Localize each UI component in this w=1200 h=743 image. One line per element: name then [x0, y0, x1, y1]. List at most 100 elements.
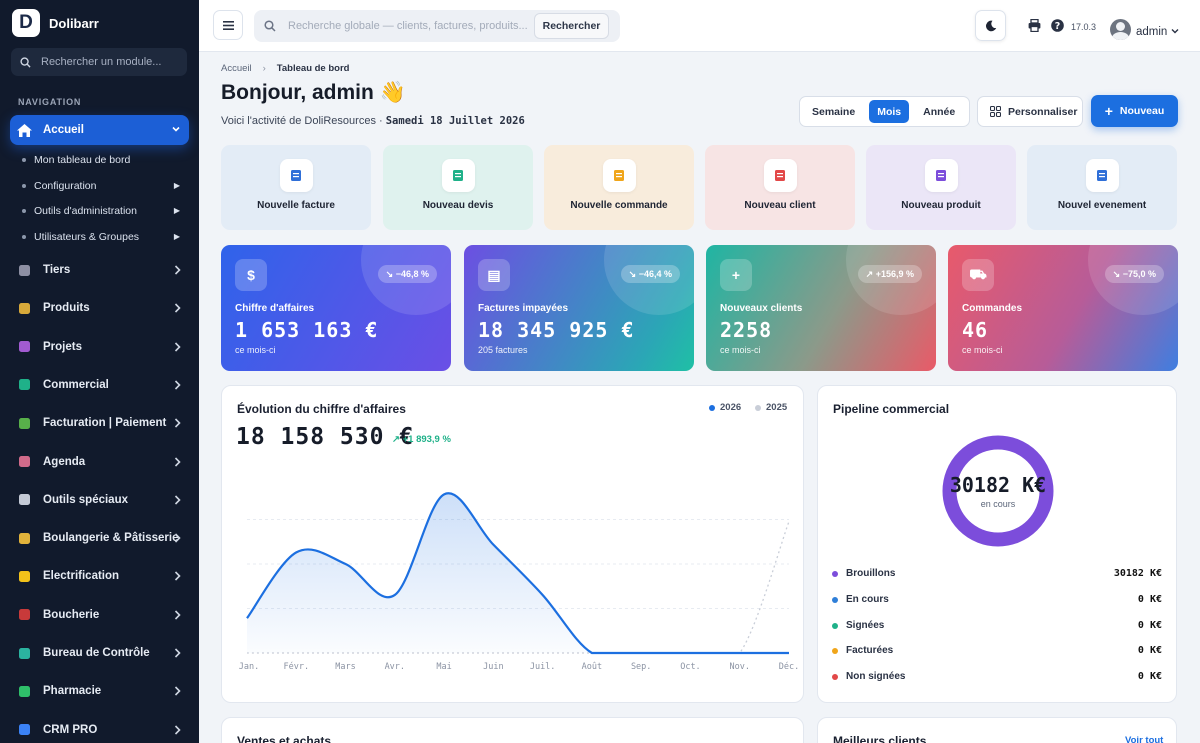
- x-tick-label: Août: [582, 662, 602, 672]
- plus-icon: +: [1104, 103, 1113, 119]
- kpi-subtext: 205 factures: [478, 345, 528, 355]
- subtitle-text: Voici l'activité de DoliResources ·: [221, 115, 386, 127]
- diagram-icon: [16, 339, 32, 355]
- chevron-right-icon: [174, 342, 181, 355]
- building-icon: [16, 262, 32, 278]
- kpi-label: Nouveaux clients: [720, 303, 803, 314]
- sidebar-item-projets[interactable]: Projets: [10, 332, 189, 362]
- quick-action-nouvel-evenement[interactable]: Nouvel evenement: [1027, 145, 1177, 230]
- sidebar-item-label: Electrification: [43, 570, 120, 583]
- kpi-subtext: ce mois-ci: [235, 345, 276, 355]
- quick-action-nouvelle-commande[interactable]: Nouvelle commande: [544, 145, 694, 230]
- sidebar-item-label: Accueil: [43, 124, 84, 136]
- topbar: Recherche globale — clients, factures, p…: [199, 0, 1200, 52]
- sidebar-item-pharmacie[interactable]: Pharmacie: [10, 676, 189, 706]
- kpi-card[interactable]: $ ↘ −46,8 % Chiffre d'affaires 1 653 163 € c…: [221, 245, 451, 371]
- sidebar-subitem[interactable]: Configuration ▶: [22, 180, 182, 192]
- chevron-right-icon: [174, 610, 181, 623]
- breadcrumb-home[interactable]: Accueil: [221, 63, 252, 74]
- trend-badge: ↘ −75,0 %: [1104, 265, 1164, 283]
- kpi-label: Factures impayées: [478, 303, 569, 314]
- sidebar-item-electrification[interactable]: Electrification: [10, 561, 189, 591]
- new-button[interactable]: + Nouveau: [1091, 95, 1178, 127]
- kpi-value: 1 653 163 €: [235, 318, 379, 342]
- cart-icon: ⛟: [962, 259, 994, 291]
- shield-icon: [16, 645, 32, 661]
- sidebar-item-accueil[interactable]: Accueil: [10, 115, 189, 145]
- bread-icon: [16, 530, 32, 546]
- sidebar-subitem[interactable]: Utilisateurs & Groupes ▶: [22, 231, 182, 243]
- user-name[interactable]: admin: [1136, 26, 1167, 38]
- status-dot: [832, 571, 838, 577]
- sidebar-item-crm-pro[interactable]: CRM PRO: [10, 715, 189, 743]
- period-mois[interactable]: Mois: [869, 100, 910, 123]
- sidebar-item-tiers[interactable]: Tiers: [10, 255, 189, 285]
- pipeline-value: 30182 K€: [1113, 568, 1162, 579]
- sidebar-item-outils-spéciaux[interactable]: Outils spéciaux: [10, 485, 189, 515]
- help-icon[interactable]: ?: [1051, 19, 1064, 32]
- quick-action-nouvelle-facture[interactable]: Nouvelle facture: [221, 145, 371, 230]
- sidebar-item-label: Boucherie: [43, 608, 100, 621]
- bullet-icon: [22, 158, 26, 162]
- menu-toggle-button[interactable]: [213, 10, 243, 40]
- pipeline-label: Facturées: [846, 645, 894, 656]
- x-tick-label: Nov.: [729, 662, 749, 672]
- pipeline-label: Signées: [846, 620, 885, 631]
- quick-action-nouveau-devis[interactable]: Nouveau devis: [383, 145, 533, 230]
- quick-action-nouveau-client[interactable]: Nouveau client: [705, 145, 855, 230]
- page-title: Bonjour, admin 👋: [221, 81, 406, 104]
- sidebar-item-commercial[interactable]: Commercial: [10, 370, 189, 400]
- legend-item[interactable]: 2026: [709, 402, 741, 413]
- chevron-right-icon: [174, 380, 181, 393]
- current-date: Samedi 18 Juillet 2026: [385, 115, 525, 127]
- kpi-card[interactable]: ▤ ↘ −46,4 % Factures impayées 18 345 925 € 2…: [464, 245, 694, 371]
- sidebar-item-label: Boulangerie & Pâtisserie: [43, 532, 179, 545]
- trend-badge: ↘ −46,8 %: [377, 265, 437, 283]
- sidebar-item-label: Facturation | Paiement: [43, 417, 167, 430]
- sidebar-item-produits[interactable]: Produits: [10, 293, 189, 323]
- revenue-title: Évolution du chiffre d'affaires: [237, 402, 406, 416]
- dark-mode-toggle[interactable]: [975, 10, 1006, 41]
- chevron-right-icon: [174, 495, 181, 508]
- kpi-card[interactable]: ⛟ ↘ −75,0 % Commandes 46 ce mois-ci: [948, 245, 1178, 371]
- chevron-down-icon[interactable]: [1171, 28, 1179, 34]
- x-tick-label: Oct.: [680, 662, 700, 672]
- x-tick-label: Déc.: [779, 661, 799, 672]
- sidebar-item-bureau-de-contrôle[interactable]: Bureau de Contrôle: [10, 638, 189, 668]
- grid-icon: [990, 106, 1001, 117]
- pipeline-title: Pipeline commercial: [833, 402, 950, 416]
- avatar[interactable]: [1110, 19, 1131, 40]
- sidebar-subitem-label: Outils d'administration: [34, 205, 137, 217]
- sidebar-subitem[interactable]: Mon tableau de bord: [22, 154, 182, 166]
- sidebar-item-boucherie[interactable]: Boucherie: [10, 600, 189, 630]
- search-button[interactable]: Rechercher: [534, 13, 609, 39]
- invoice-icon: [279, 159, 313, 192]
- pipeline-value: 0 K€: [1137, 671, 1162, 682]
- kpi-card[interactable]: + ↗ +156,9 % Nouveaux clients 2258 ce mois-c…: [706, 245, 936, 371]
- sidebar-item-agenda[interactable]: Agenda: [10, 447, 189, 477]
- view-all-link[interactable]: Voir tout: [1125, 735, 1163, 743]
- chevron-right-icon: [174, 725, 181, 738]
- app-name: Dolibarr: [49, 16, 99, 31]
- app-logo[interactable]: D: [12, 9, 40, 37]
- quote-icon: [441, 159, 475, 192]
- trend-badge: ↗ +156,9 %: [857, 265, 922, 283]
- global-search-input[interactable]: Recherche globale — clients, factures, p…: [288, 20, 528, 32]
- sidebar-item-boulangerie-pâtisserie[interactable]: Boulangerie & Pâtisserie: [10, 523, 189, 553]
- sidebar-item-facturation-paiement[interactable]: Facturation | Paiement: [10, 408, 189, 438]
- legend-item[interactable]: 2025: [755, 402, 787, 413]
- printer-icon[interactable]: [1028, 19, 1041, 32]
- kpi-value: 46: [962, 318, 989, 342]
- period-semaine[interactable]: Semaine: [804, 100, 863, 123]
- period-année[interactable]: Année: [915, 100, 963, 123]
- module-search-input[interactable]: Rechercher un module...: [11, 48, 187, 76]
- chevron-right-icon: [174, 303, 181, 316]
- svg-text:?: ?: [1055, 21, 1061, 32]
- sidebar-item-label: Tiers: [43, 264, 71, 276]
- quick-action-nouveau-produit[interactable]: Nouveau produit: [866, 145, 1016, 230]
- sidebar-item-label: Bureau de Contrôle: [43, 647, 150, 659]
- pipeline-label: Non signées: [846, 671, 906, 682]
- customize-button[interactable]: Personnaliser: [977, 96, 1083, 127]
- product-icon: [924, 159, 958, 192]
- sidebar-subitem[interactable]: Outils d'administration ▶: [22, 205, 182, 217]
